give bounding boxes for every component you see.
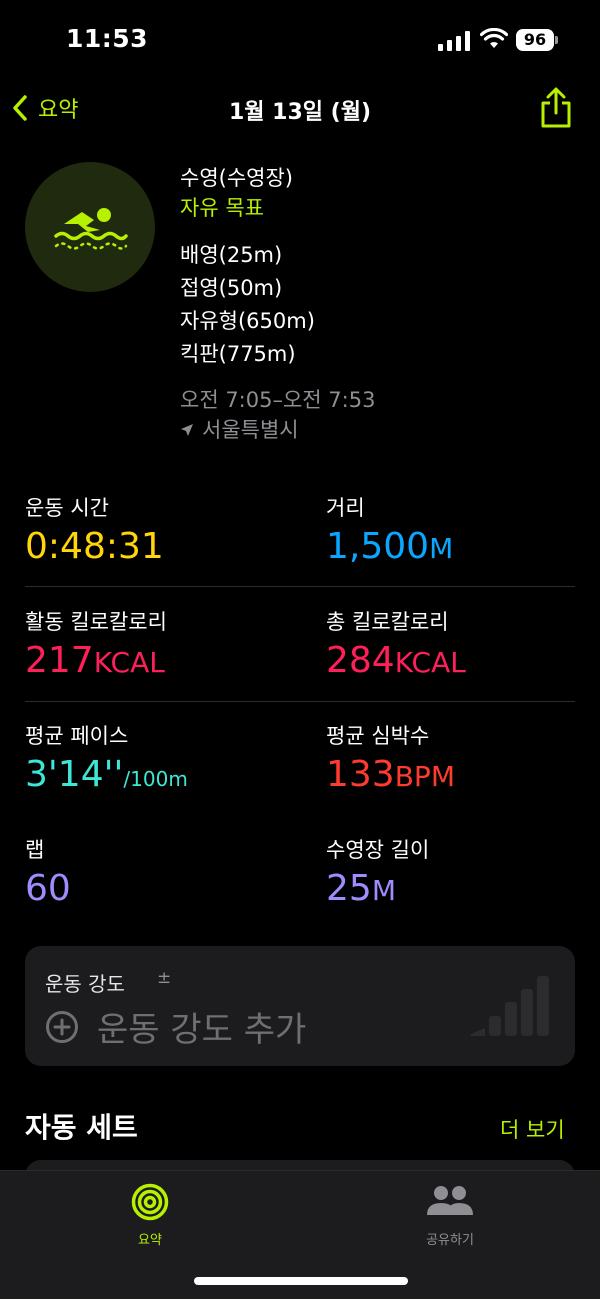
stroke-item: 접영(50m)	[180, 276, 283, 300]
people-icon	[427, 1186, 473, 1215]
stat-value: 0:48:31	[25, 526, 164, 567]
stat-active-kcal: 활동 킬로칼로리 217KCAL	[25, 606, 285, 686]
stat-label: 운동 시간	[25, 496, 109, 520]
status-bar: 11:53 96	[0, 0, 600, 80]
stat-label: 평균 페이스	[25, 724, 129, 748]
stroke-item: 킥판(775m)	[180, 342, 296, 366]
tab-sharing[interactable]: 공유하기	[390, 1183, 510, 1248]
stat-value: 25M	[326, 868, 396, 909]
add-intensity-card[interactable]: 운동 강도 ± 운동 강도 추가	[25, 946, 575, 1066]
stat-value: 284KCAL	[326, 640, 466, 681]
stat-label: 활동 킬로칼로리	[25, 610, 167, 634]
divider	[25, 701, 575, 702]
stat-label: 총 킬로칼로리	[326, 610, 449, 634]
stat-total-kcal: 총 킬로칼로리 284KCAL	[326, 606, 586, 686]
wifi-icon	[480, 28, 508, 48]
activity-rings-icon	[131, 1183, 169, 1221]
location-arrow-icon	[181, 424, 193, 436]
stroke-item: 자유형(650m)	[180, 309, 315, 333]
add-intensity-label: 운동 강도 추가	[97, 1010, 307, 1050]
workout-info: 수영(수영장) 자유 목표 배영(25m) 접영(50m) 자유형(650m) …	[180, 163, 375, 445]
stat-duration: 운동 시간 0:48:31	[25, 492, 285, 570]
share-icon[interactable]	[538, 86, 574, 130]
status-time: 11:53	[66, 24, 149, 53]
tab-summary[interactable]: 요약	[90, 1183, 210, 1248]
workout-time-range: 오전 7:05–오전 7:53	[180, 388, 376, 412]
battery-icon: 96	[516, 29, 558, 51]
stat-value: 133BPM	[326, 754, 455, 795]
swimming-icon	[25, 162, 155, 292]
location-label: 서울특별시	[202, 418, 299, 442]
plus-circle-icon	[46, 1010, 78, 1043]
page-title: 1월 13일 (월)	[228, 100, 372, 125]
divider	[25, 586, 575, 587]
home-indicator[interactable]	[194, 1277, 408, 1285]
stat-avg-pace: 평균 페이스 3'14''/100m	[25, 720, 285, 802]
navigation-bar: 요약 1월 13일 (월)	[0, 80, 600, 136]
stat-value: 217KCAL	[25, 640, 165, 681]
stat-value: 3'14''/100m	[25, 754, 188, 795]
tab-label: 요약	[138, 1233, 162, 1248]
stat-label: 거리	[326, 496, 365, 520]
workout-type: 수영(수영장)	[180, 166, 293, 190]
stat-value: 1,500M	[326, 526, 454, 567]
add-intensity-button[interactable]: 운동 강도 추가	[45, 1002, 306, 1051]
stat-label: 랩	[25, 838, 45, 862]
stroke-item: 배영(25m)	[180, 243, 283, 267]
auto-sets-title: 자동 세트	[25, 1111, 138, 1144]
more-link[interactable]: 더 보기	[500, 1114, 565, 1144]
stat-distance: 거리 1,500M	[326, 492, 586, 572]
stat-label: 수영장 길이	[326, 838, 430, 862]
cellular-signal-icon	[438, 31, 470, 51]
stat-pool-length: 수영장 길이 25M	[326, 834, 586, 914]
stat-laps: 랩 60	[25, 834, 285, 912]
tab-label: 공유하기	[426, 1233, 474, 1248]
workout-location: 서울특별시	[180, 415, 375, 445]
battery-level: 96	[516, 29, 554, 51]
intensity-bars-icon	[471, 976, 549, 1036]
intensity-title: 운동 강도	[45, 972, 125, 996]
stat-label: 평균 심박수	[326, 724, 430, 748]
stat-value: 60	[25, 868, 71, 909]
stat-avg-heart-rate: 평균 심박수 133BPM	[326, 720, 586, 800]
plus-minus-icon: ±	[157, 968, 172, 988]
workout-goal: 자유 목표	[180, 196, 264, 220]
